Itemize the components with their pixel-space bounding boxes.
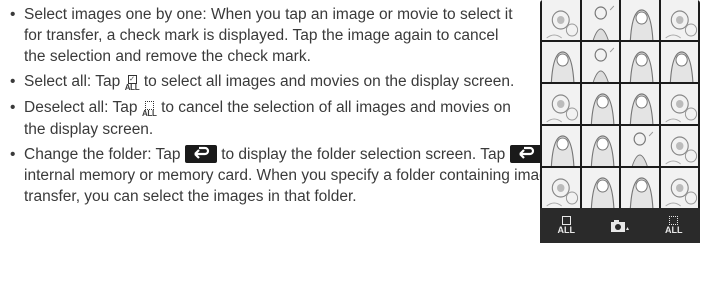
thumbnail-flowers[interactable] [542, 168, 580, 208]
thumbnail-flowers[interactable] [542, 84, 580, 124]
bullet-text: Change the folder: Tap [24, 146, 181, 163]
thumbnail-woman[interactable] [542, 126, 580, 166]
thumbnail-flowers[interactable] [542, 0, 580, 40]
thumbnail-flowers[interactable] [660, 0, 698, 40]
thumbnail-woman[interactable] [581, 84, 619, 124]
thumbnail-child[interactable] [581, 0, 619, 40]
select-all-icon: ✓ ALL [124, 75, 140, 92]
thumbnail-flowers[interactable] [660, 84, 698, 124]
thumbnail-woman[interactable] [581, 168, 619, 208]
return-icon [509, 145, 542, 163]
bullet-text: Select images one by one: When you tap a… [24, 6, 513, 65]
thumbnail-woman[interactable] [660, 42, 698, 82]
deselect-all-button[interactable]: ALL [665, 216, 683, 235]
camera-icon[interactable] [610, 218, 630, 234]
thumbnail-woman[interactable] [581, 126, 619, 166]
deselect-all-icon: ALL [142, 101, 157, 119]
thumbnail-flowers[interactable] [660, 126, 698, 166]
return-icon [184, 145, 217, 163]
thumbnail-grid [542, 0, 698, 208]
bullet-line: Select all: Tap ✓ ALL to select all imag… [24, 71, 516, 93]
bullet-text: Deselect all: Tap [24, 99, 138, 116]
camera-screen-illustration: ALL ALL [540, 0, 700, 243]
bullet-text: to select all images and movies on the d… [143, 73, 515, 90]
thumbnail-child[interactable] [621, 126, 659, 166]
manual-page: Select images one by one: When you tap a… [0, 0, 703, 300]
bullet-text: to display the folder selection screen. … [221, 146, 506, 163]
bullet-text: Select all: Tap [24, 73, 121, 90]
thumbnail-woman[interactable] [542, 42, 580, 82]
bullet-line: Deselect all: Tap ALL to cancel the sele… [24, 97, 516, 140]
thumbnail-woman[interactable] [621, 84, 659, 124]
select-all-button[interactable]: ALL [558, 216, 575, 235]
thumbnail-child[interactable] [581, 42, 619, 82]
thumbnail-woman[interactable] [621, 168, 659, 208]
screen-toolbar: ALL ALL [540, 208, 700, 243]
thumbnail-flowers[interactable] [660, 168, 698, 208]
thumbnail-woman[interactable] [621, 0, 659, 40]
thumbnail-woman[interactable] [621, 42, 659, 82]
